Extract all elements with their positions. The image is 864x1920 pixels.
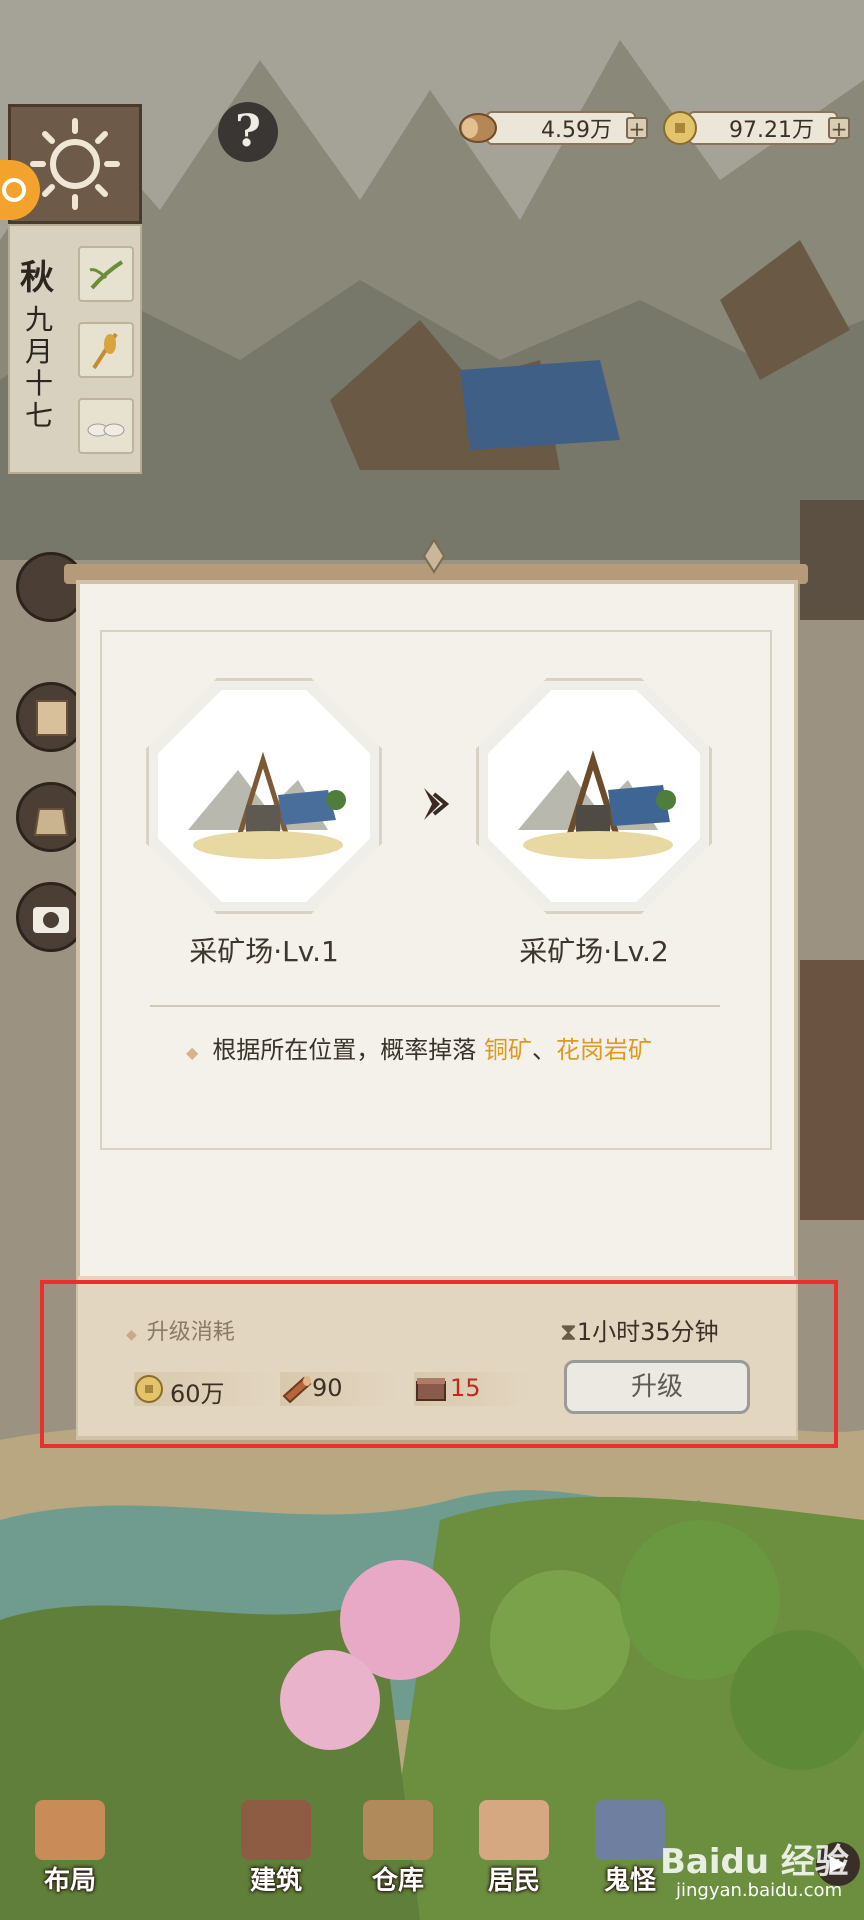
coin-resource: 97.21万 + bbox=[660, 108, 850, 148]
nav-residents[interactable]: 居民 bbox=[464, 1800, 564, 1900]
diamond-bullet-icon: ◆ bbox=[186, 1043, 199, 1062]
add-coin-button[interactable]: + bbox=[828, 117, 850, 139]
building-icon bbox=[241, 1800, 311, 1860]
date-column: 九 月 十 七 bbox=[24, 304, 54, 432]
rice-icon bbox=[87, 423, 125, 437]
nav-buildings[interactable]: 建筑 bbox=[226, 1800, 326, 1900]
crop-slot[interactable] bbox=[78, 246, 134, 302]
building-effect-description: ◆ 根据所在位置，概率掉落 铜矿、花岗岩矿 bbox=[186, 1030, 652, 1065]
warehouse-icon bbox=[363, 1800, 433, 1860]
add-wood-button[interactable]: + bbox=[626, 117, 648, 139]
nav-warehouse[interactable]: 仓库 bbox=[348, 1800, 448, 1900]
wood-amount: 4.59万 bbox=[541, 118, 612, 143]
drop-item-copper: 铜矿 bbox=[483, 1036, 532, 1064]
watermark-url: jingyan.baidu.com bbox=[676, 1880, 843, 1901]
resident-icon bbox=[479, 1800, 549, 1860]
date-char: 九 bbox=[24, 303, 53, 336]
current-level-label: 采矿场·Lv.1 bbox=[189, 935, 339, 968]
description-text: 根据所在位置，概率掉落 bbox=[212, 1036, 484, 1064]
nav-label: 仓库 bbox=[371, 1866, 424, 1896]
nav-label: 布局 bbox=[43, 1866, 96, 1896]
next-level-label: 采矿场·Lv.2 bbox=[519, 935, 669, 968]
camera-icon bbox=[33, 907, 69, 933]
date-char: 月 bbox=[24, 335, 53, 368]
layout-icon bbox=[35, 1800, 105, 1860]
coin-icon bbox=[663, 111, 697, 145]
scroll-ornament-icon bbox=[422, 538, 446, 574]
divider bbox=[150, 1005, 720, 1007]
arrow-right-icon bbox=[424, 788, 450, 820]
drop-item-granite: 花岗岩矿 bbox=[555, 1036, 652, 1064]
description-separator: 、 bbox=[531, 1036, 556, 1064]
wood-log-icon bbox=[459, 113, 497, 143]
ghost-icon bbox=[595, 1800, 665, 1860]
wood-counter: 4.59万 bbox=[486, 111, 636, 145]
mine-building-upgraded-illustration bbox=[518, 749, 676, 859]
help-button[interactable]: ? bbox=[218, 102, 278, 162]
question-icon: ? bbox=[235, 106, 261, 157]
coin-counter: 97.21万 bbox=[688, 111, 838, 145]
calendar-panel: 秋 九 月 十 七 bbox=[8, 224, 142, 474]
next-building-frame bbox=[476, 678, 712, 914]
date-char: 十 bbox=[24, 367, 53, 400]
nav-layout[interactable]: 布局 bbox=[20, 1800, 120, 1900]
crop-slot[interactable] bbox=[78, 398, 134, 454]
season-label: 秋 bbox=[20, 258, 54, 298]
current-building-frame bbox=[146, 678, 382, 914]
wood-resource: 4.59万 + bbox=[458, 108, 648, 148]
annotation-highlight-box bbox=[40, 1280, 838, 1448]
crop-slot[interactable] bbox=[78, 322, 134, 378]
nav-label: 居民 bbox=[487, 1866, 540, 1896]
nav-label: 建筑 bbox=[249, 1866, 302, 1896]
baidu-watermark: Baidu 经验 bbox=[660, 1842, 849, 1882]
mine-building-illustration bbox=[188, 751, 346, 859]
book-icon bbox=[36, 700, 68, 736]
coin-amount: 97.21万 bbox=[729, 118, 814, 143]
wheat-icon bbox=[92, 332, 118, 370]
date-char: 七 bbox=[24, 399, 53, 432]
sprout-icon bbox=[89, 260, 124, 290]
bag-icon bbox=[2, 178, 26, 202]
event-badge[interactable] bbox=[0, 160, 40, 220]
bag-icon bbox=[33, 808, 69, 836]
